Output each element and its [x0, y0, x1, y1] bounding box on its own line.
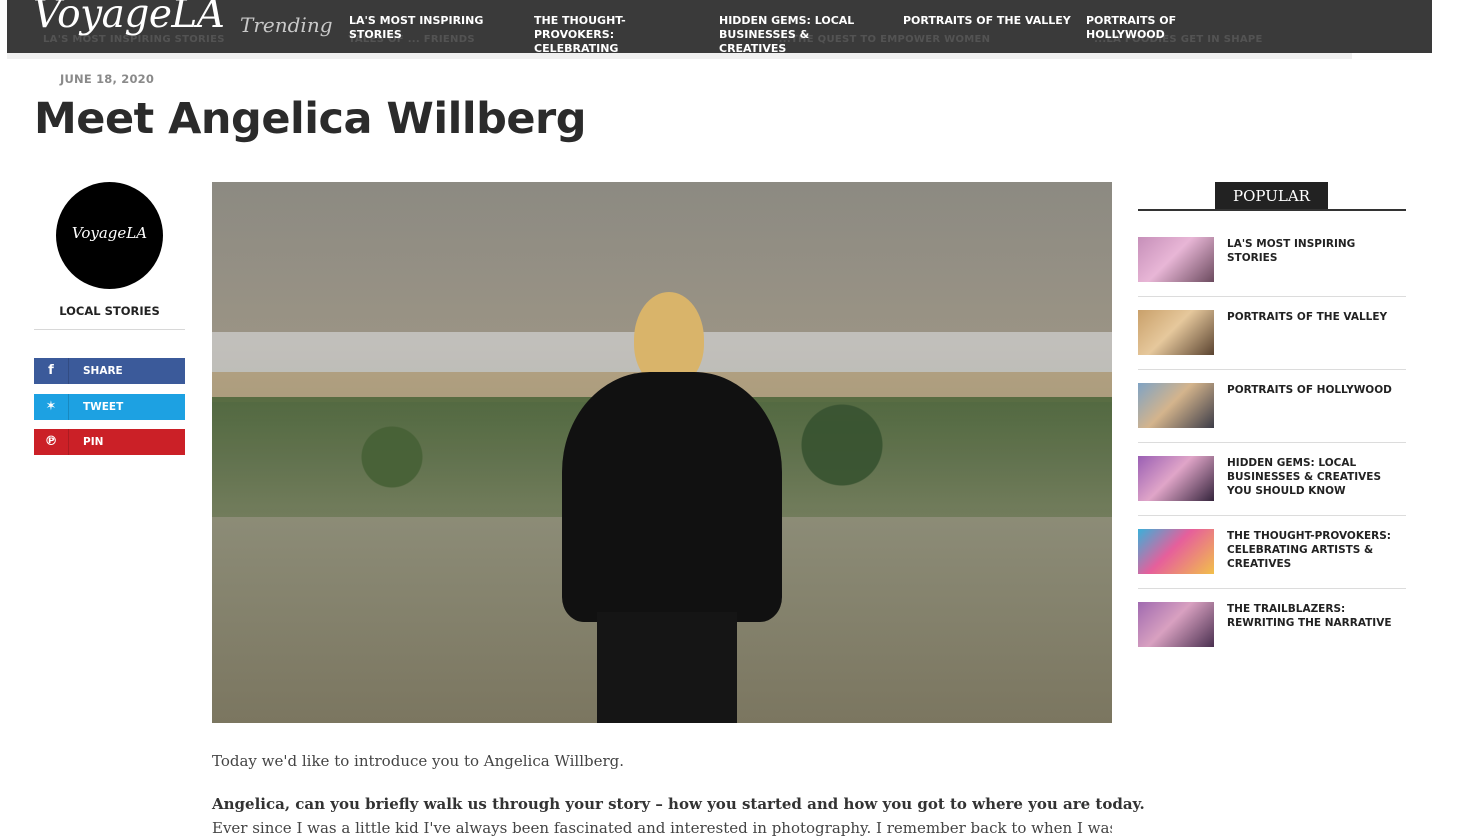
popular-item-title[interactable]: LA'S MOST INSPIRING STORIES [1227, 237, 1405, 265]
popular-divider [1138, 588, 1406, 589]
facebook-icon: f [34, 358, 69, 384]
category-logo[interactable]: VoyageLA [56, 182, 163, 289]
facebook-share-button[interactable]: f SHARE [34, 358, 185, 384]
popular-item[interactable]: PORTRAITS OF THE VALLEY [1138, 310, 1406, 383]
twitter-icon: ✶ [34, 394, 69, 420]
popular-item[interactable]: THE THOUGHT-PROVOKERS: CELEBRATING ARTIS… [1138, 529, 1406, 602]
site-logo[interactable]: VoyageLA [33, 0, 225, 37]
hero-photo [212, 182, 1112, 723]
nav-item-hidden-gems[interactable]: HIDDEN GEMS: LOCAL BUSINESSES & CREATIVE… [719, 14, 879, 53]
popular-divider [1138, 296, 1406, 297]
popular-item-title[interactable]: PORTRAITS OF THE VALLEY [1227, 310, 1405, 324]
popular-divider [1138, 515, 1406, 516]
interview-question: Angelica, can you briefly walk us throug… [212, 795, 1145, 813]
photo-person [552, 292, 792, 723]
nav-item-portraits-hollywood[interactable]: PORTRAITS OF HOLLYWOOD [1086, 14, 1196, 42]
pinterest-icon: ℗ [34, 429, 69, 455]
photo-person-body [562, 372, 782, 622]
popular-divider [1138, 442, 1406, 443]
nav-item-portraits-valley[interactable]: PORTRAITS OF THE VALLEY [903, 14, 1073, 28]
top-navigation-bar: LA'S MOST INSPIRING STORIES TALES OF ...… [7, 0, 1432, 53]
popular-thumbnail[interactable] [1138, 602, 1214, 647]
popular-underline [1138, 209, 1406, 211]
photo-person-legs [597, 612, 737, 723]
article-title: Meet Angelica Willberg [34, 94, 587, 144]
popular-item[interactable]: LA'S MOST INSPIRING STORIES [1138, 237, 1406, 310]
pin-label: PIN [83, 436, 104, 448]
popular-item-title[interactable]: PORTRAITS OF HOLLYWOOD [1227, 383, 1405, 397]
popular-thumbnail[interactable] [1138, 529, 1214, 574]
tweet-label: TWEET [83, 401, 124, 413]
article-date: JUNE 18, 2020 [60, 72, 155, 86]
popular-thumbnail[interactable] [1138, 456, 1214, 501]
popular-item-title[interactable]: THE THOUGHT-PROVOKERS: CELEBRATING ARTIS… [1227, 529, 1405, 571]
twitter-tweet-button[interactable]: ✶ TWEET [34, 394, 185, 420]
popular-heading: POPULAR [1215, 182, 1328, 210]
popular-thumbnail[interactable] [1138, 383, 1214, 428]
category-label[interactable]: LOCAL STORIES [34, 304, 185, 318]
popular-item[interactable]: THE TRAILBLAZERS: REWRITING THE NARRATIV… [1138, 602, 1406, 675]
pinterest-pin-button[interactable]: ℗ PIN [34, 429, 185, 455]
trending-label: Trending [240, 13, 333, 37]
popular-item[interactable]: HIDDEN GEMS: LOCAL BUSINESSES & CREATIVE… [1138, 456, 1406, 529]
popular-divider [1138, 369, 1406, 370]
article-intro: Today we'd like to introduce you to Ange… [212, 752, 625, 770]
share-label: SHARE [83, 365, 123, 377]
popular-thumbnail[interactable] [1138, 310, 1214, 355]
nav-item-thought-provokers[interactable]: THE THOUGHT-PROVOKERS: CELEBRATING [534, 14, 699, 53]
nav-item-inspiring-stories[interactable]: LA'S MOST INSPIRING STORIES [349, 14, 499, 42]
category-logo-text: VoyageLA [71, 224, 148, 242]
popular-item-title[interactable]: HIDDEN GEMS: LOCAL BUSINESSES & CREATIVE… [1227, 456, 1405, 498]
popular-thumbnail[interactable] [1138, 237, 1214, 282]
popular-item-title[interactable]: THE TRAILBLAZERS: REWRITING THE NARRATIV… [1227, 602, 1405, 630]
nav-shadow [7, 53, 1352, 59]
divider [34, 329, 185, 330]
interview-answer: Ever since I was a little kid I've alway… [212, 819, 1112, 837]
popular-item[interactable]: PORTRAITS OF HOLLYWOOD [1138, 383, 1406, 456]
